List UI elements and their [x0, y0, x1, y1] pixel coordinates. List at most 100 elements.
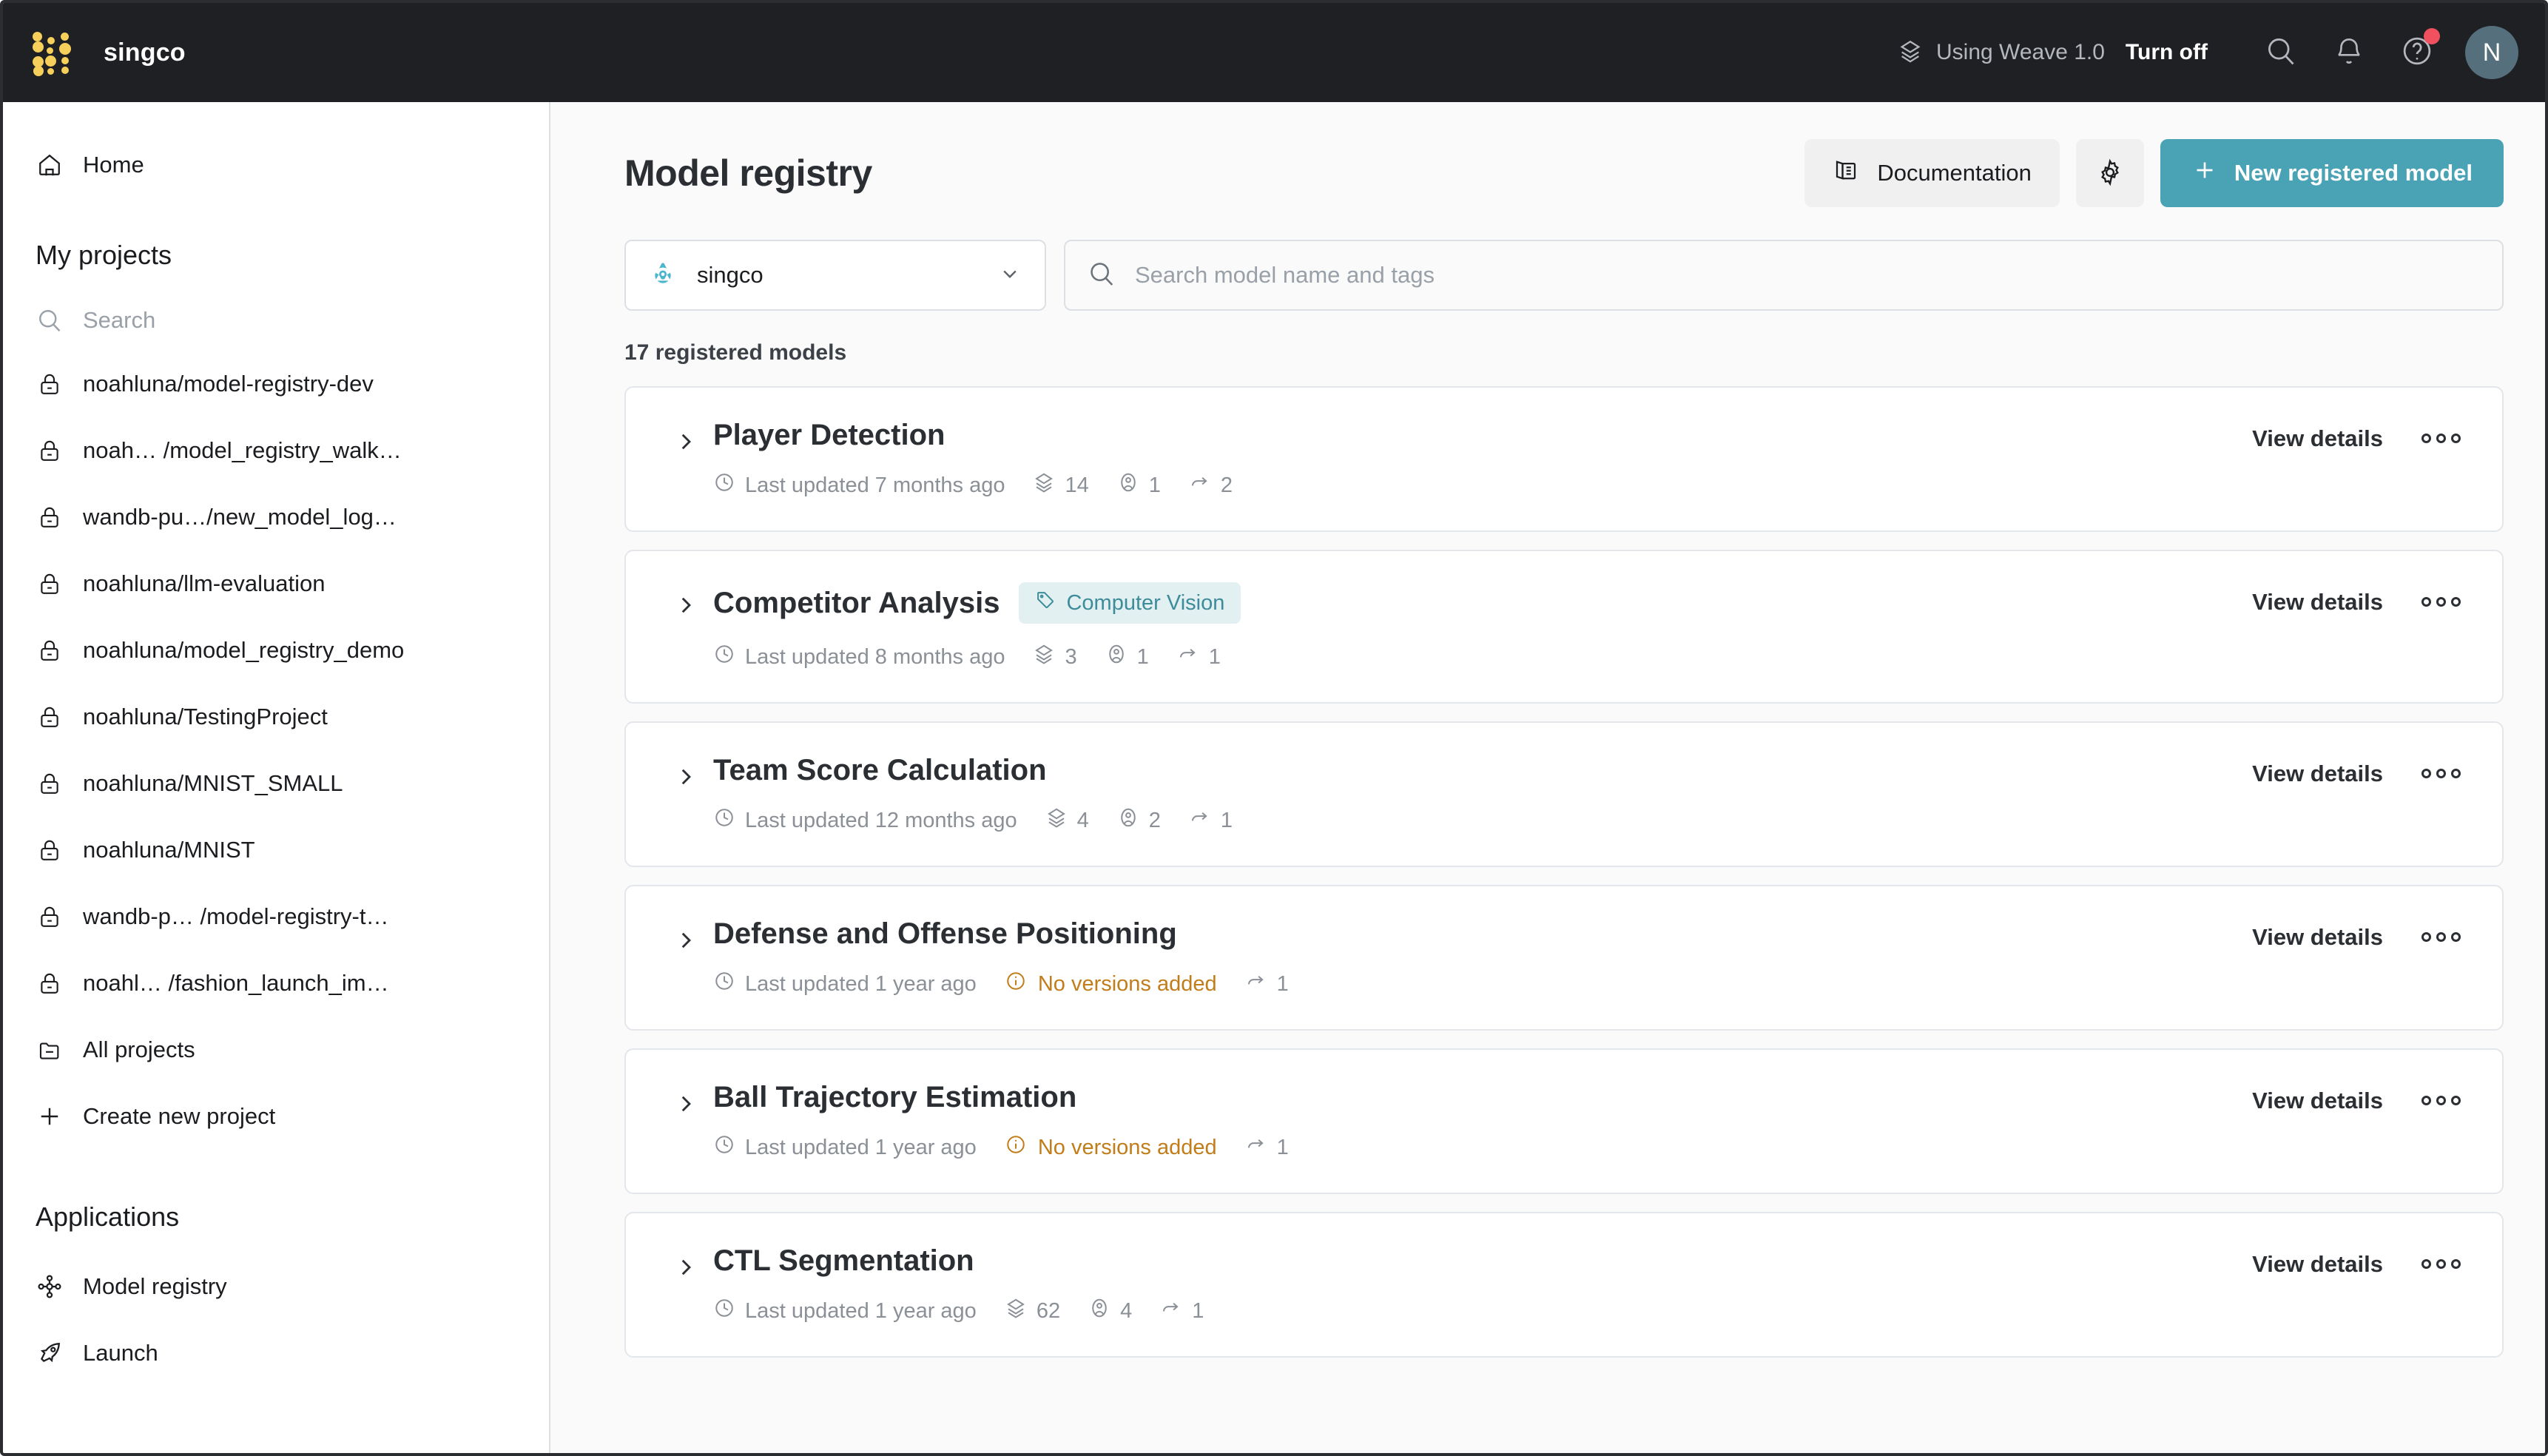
view-details-link[interactable]: View details — [2252, 924, 2383, 951]
model-card[interactable]: Team Score Calculation Last updated 12 m… — [624, 721, 2504, 867]
model-tag[interactable]: Computer Vision — [1019, 582, 1241, 624]
model-list: Player Detection Last updated 7 months a… — [550, 365, 2545, 1453]
model-meta-row: Last updated 12 months ago 4 2 1 — [713, 806, 2252, 835]
last-updated-text: Last updated 1 year ago — [745, 1298, 977, 1323]
user-count: 1 — [1105, 643, 1149, 671]
user-count: 1 — [1117, 471, 1161, 499]
last-updated-text: Last updated 1 year ago — [745, 971, 977, 996]
model-card[interactable]: Ball Trajectory Estimation Last updated … — [624, 1048, 2504, 1194]
clock-icon — [713, 970, 735, 998]
model-card[interactable]: Competitor Analysis Computer Vision Last… — [624, 550, 2504, 704]
page-title: Model registry — [624, 152, 872, 194]
gear-icon — [2096, 158, 2124, 189]
wandb-dots-logo[interactable] — [33, 31, 74, 76]
model-name[interactable]: Competitor Analysis — [713, 587, 1000, 620]
sidebar-project-list: noahluna/model-registry-dev noah… /model… — [3, 351, 549, 1017]
expand-toggle[interactable] — [658, 419, 713, 458]
layers-icon — [1898, 38, 1923, 67]
brand[interactable]: singco — [33, 31, 186, 76]
search-button[interactable] — [2254, 25, 2308, 80]
model-name[interactable]: Defense and Offense Positioning — [713, 917, 1177, 951]
expand-toggle[interactable] — [658, 1244, 713, 1284]
user-count-text: 1 — [1148, 473, 1161, 497]
sidebar-project-label: wandb-pu…/new_model_log… — [83, 504, 397, 530]
settings-button[interactable] — [2075, 139, 2144, 207]
view-details-link[interactable]: View details — [2252, 589, 2383, 616]
model-card[interactable]: Player Detection Last updated 7 months a… — [624, 386, 2504, 532]
sidebar-project-item[interactable]: noahluna/model-registry-dev — [3, 351, 549, 417]
last-updated: Last updated 1 year ago — [713, 970, 977, 998]
sidebar-project-item[interactable]: noahluna/TestingProject — [3, 684, 549, 750]
header-actions: Documentation New registered model — [1804, 139, 2504, 207]
last-updated-text: Last updated 7 months ago — [745, 473, 1005, 497]
expand-toggle[interactable] — [658, 917, 713, 957]
view-details-link[interactable]: View details — [2252, 761, 2383, 787]
info-circle-icon — [1005, 970, 1027, 998]
model-meta-row: Last updated 1 year ago No versions adde — [713, 970, 2252, 998]
model-name[interactable]: Player Detection — [713, 419, 945, 452]
model-name[interactable]: Team Score Calculation — [713, 754, 1047, 787]
sidebar-item-model-registry[interactable]: Model registry — [3, 1253, 549, 1320]
sidebar-projects-heading: My projects — [36, 240, 172, 270]
new-registered-model-button[interactable]: New registered model — [2160, 139, 2504, 207]
app-window: singco Using Weave 1.0 Turn off N Home M… — [0, 0, 2548, 1456]
model-card[interactable]: CTL Segmentation Last updated 1 year ago — [624, 1212, 2504, 1358]
avatar[interactable]: N — [2465, 26, 2518, 79]
expand-toggle[interactable] — [658, 754, 713, 793]
lock-icon — [36, 903, 64, 931]
weave-toggle[interactable]: Turn off — [2126, 40, 2208, 65]
view-details-link[interactable]: View details — [2252, 1088, 2383, 1114]
more-horizontal-icon[interactable] — [2413, 425, 2470, 452]
sidebar-search-input[interactable]: Search — [3, 290, 549, 351]
layers-icon — [1005, 1297, 1027, 1325]
more-horizontal-icon[interactable] — [2413, 1250, 2470, 1278]
clock-icon — [713, 1133, 735, 1162]
view-details-link[interactable]: View details — [2252, 425, 2383, 452]
sidebar-project-item[interactable]: noahluna/MNIST — [3, 817, 549, 883]
last-updated-text: Last updated 8 months ago — [745, 644, 1005, 669]
expand-toggle[interactable] — [658, 1081, 713, 1120]
sidebar-project-item[interactable]: noah… /model_registry_walk… — [3, 417, 549, 484]
layers-icon — [1033, 471, 1055, 499]
sidebar-project-label: noahluna/MNIST_SMALL — [83, 770, 343, 796]
folder-icon — [36, 1036, 64, 1064]
sidebar-item-create-project[interactable]: Create new project — [3, 1083, 549, 1150]
model-name[interactable]: Ball Trajectory Estimation — [713, 1081, 1076, 1114]
sidebar-project-item[interactable]: noahluna/MNIST_SMALL — [3, 750, 549, 817]
notifications-button[interactable] — [2322, 25, 2376, 80]
sidebar-project-item[interactable]: wandb-pu…/new_model_log… — [3, 484, 549, 550]
more-horizontal-icon[interactable] — [2413, 760, 2470, 787]
filter-row: singco — [550, 207, 2545, 311]
sidebar-item-launch[interactable]: Launch — [3, 1320, 549, 1386]
link-count-text: 1 — [1208, 644, 1221, 669]
new-registered-model-label: New registered model — [2234, 160, 2473, 186]
help-button[interactable] — [2390, 25, 2444, 80]
sidebar-project-item[interactable]: noahluna/model_registry_demo — [3, 617, 549, 684]
documentation-button[interactable]: Documentation — [1804, 139, 2060, 207]
arrow-link-icon — [1160, 1297, 1182, 1325]
sidebar-project-item[interactable]: noahluna/llm-evaluation — [3, 550, 549, 617]
model-name[interactable]: CTL Segmentation — [713, 1244, 974, 1278]
sidebar-project-label: wandb-p… /model-registry-t… — [83, 903, 389, 929]
model-card-actions: View details — [2252, 582, 2470, 616]
model-meta-row: Last updated 1 year ago 62 4 1 — [713, 1297, 2252, 1325]
layers-icon — [1033, 643, 1055, 671]
sidebar-item-home[interactable]: Home — [3, 132, 549, 198]
link-count-text: 2 — [1220, 473, 1233, 497]
view-details-link[interactable]: View details — [2252, 1251, 2383, 1278]
org-name: singco — [104, 38, 186, 67]
clock-icon — [713, 1297, 735, 1325]
more-horizontal-icon[interactable] — [2413, 923, 2470, 951]
search-input[interactable] — [1135, 262, 2480, 289]
sidebar-item-all-projects[interactable]: All projects — [3, 1017, 549, 1083]
more-horizontal-icon[interactable] — [2413, 588, 2470, 616]
org-select[interactable]: singco — [624, 240, 1046, 311]
model-search-box[interactable] — [1064, 240, 2504, 311]
expand-toggle[interactable] — [658, 582, 713, 621]
plus-icon — [36, 1102, 64, 1130]
more-horizontal-icon[interactable] — [2413, 1087, 2470, 1114]
model-card[interactable]: Defense and Offense Positioning Last upd… — [624, 885, 2504, 1031]
sidebar-project-item[interactable]: wandb-p… /model-registry-t… — [3, 883, 549, 950]
last-updated: Last updated 12 months ago — [713, 806, 1017, 835]
sidebar-project-item[interactable]: noahl… /fashion_launch_im… — [3, 950, 549, 1017]
